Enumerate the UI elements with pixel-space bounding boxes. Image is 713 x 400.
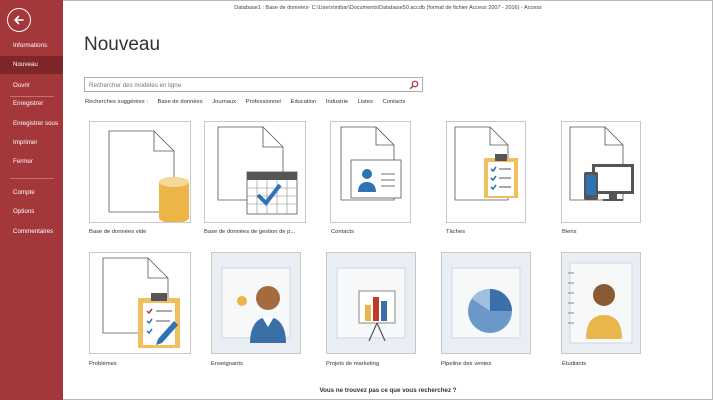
template-tile-issues[interactable] [89,252,191,354]
template-tile-students[interactable] [561,252,641,354]
nav-item-ouvrir[interactable]: Ouvrir [0,77,63,95]
nav-item-enregistrer[interactable]: Enregistrer [0,95,63,113]
template-label: Enseignants [211,361,243,367]
marketing-projects-icon [327,253,415,353]
search-input[interactable] [89,79,405,91]
template-search-box [84,77,423,92]
template-tile-blank-database[interactable] [89,121,191,223]
tasks-icon [454,126,518,201]
not-found-question-link[interactable]: Vous ne trouvez pas ce que vous recherch… [0,387,713,394]
window-title: Database1 : Base de données- C:\Users\mi… [234,5,542,11]
suggestion-link-industrie[interactable]: Industrie [326,99,348,105]
suggestion-link-contacts[interactable]: Contacts [383,99,406,105]
template-tile-faculty[interactable] [211,252,301,354]
template-label: Étudiants [562,361,587,367]
template-label: Problèmes [89,361,117,367]
template-label: Base de données de gestion de p... [204,229,296,235]
nav-item-informations[interactable]: Informations [0,37,63,55]
suggested-searches-label: Recherches suggérées : [85,99,148,105]
template-label: Base de données vide [89,229,147,235]
assets-icon [569,126,634,201]
nav-item-fermer[interactable]: Fermer [0,153,63,171]
nav-item-nouveau[interactable]: Nouveau [0,56,63,74]
contacts-icon [340,126,402,201]
suggestion-link-listes[interactable]: Listes [358,99,373,105]
blank-database-icon [108,130,189,223]
template-label: Tâches [446,229,466,235]
suggestion-link-professionnel[interactable]: Professionnel [246,99,281,105]
template-tile-sales-pipeline[interactable] [441,252,531,354]
template-tile-marketing-projects[interactable] [326,252,416,354]
template-label: Projets de marketing [326,361,380,367]
nav-separator [10,178,54,179]
suggested-searches: Recherches suggérées : Base de données J… [85,99,413,105]
template-label: Contacts [331,229,354,235]
nav-item-enregistrer-sous[interactable]: Enregistrer sous [0,115,63,133]
back-arrow-icon [13,15,24,25]
issues-icon [102,257,180,348]
template-tile-contacts[interactable] [330,121,411,223]
suggestion-link-education[interactable]: Éducation [290,99,316,105]
page-title: Nouveau [84,34,161,55]
template-tile-calendar-database[interactable] [204,121,306,223]
sales-pipeline-icon [442,253,530,353]
nav-item-options[interactable]: Options [0,203,63,221]
nav-item-commentaires[interactable]: Commentaires [0,223,63,241]
suggestion-link-journaux[interactable]: Journaux [212,99,236,105]
suggestion-link-base-de-donnees[interactable]: Base de données [157,99,202,105]
search-icon[interactable] [409,80,419,90]
template-label: Biens [562,229,577,235]
back-button[interactable] [7,8,31,32]
template-label: Pipeline des ventes [441,361,492,367]
template-tile-assets[interactable] [561,121,641,223]
backstage-sidebar: Informations Nouveau Ouvrir Enregistrer … [0,0,63,400]
nav-item-imprimer[interactable]: Imprimer [0,134,63,152]
calendar-database-icon [217,126,298,215]
students-icon [562,253,640,353]
faculty-icon [212,253,300,353]
nav-item-compte[interactable]: Compte [0,184,63,202]
template-tile-tasks[interactable] [446,121,526,223]
